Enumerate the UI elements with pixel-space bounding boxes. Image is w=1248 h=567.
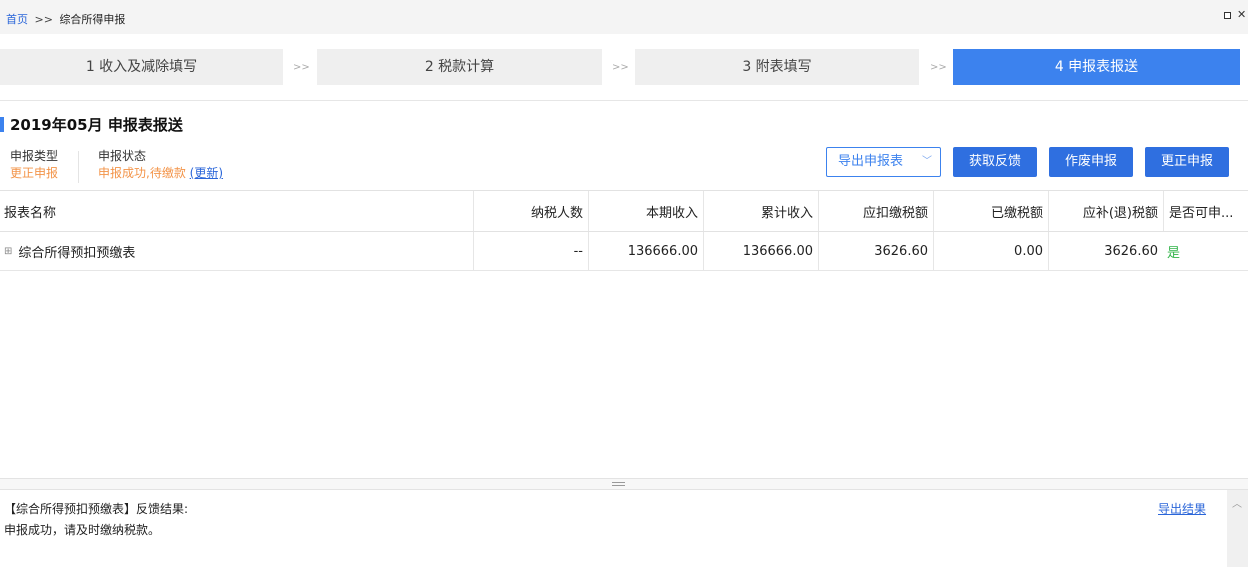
declaration-type-value: 更正申报 xyxy=(10,166,59,180)
col-tax-due[interactable]: 应补(退)税额 xyxy=(1048,191,1163,231)
breadcrumb-home-link[interactable]: 首页 xyxy=(6,13,28,26)
tax-withheld-cell: 3626.60 xyxy=(818,232,933,270)
step-submit-report[interactable]: 4 申报表报送 xyxy=(953,49,1240,85)
declaration-status-value: 申报成功,待缴款 xyxy=(98,166,186,180)
chevron-down-icon: ﹀ xyxy=(922,156,932,167)
col-taxpayers[interactable]: 纳税人数 xyxy=(473,191,588,231)
meta-divider xyxy=(78,151,79,183)
section-title: 2019年05月 申报表报送 xyxy=(10,116,183,134)
step-wizard: 1 收入及减除填写 >> 2 税款计算 >> 3 附表填写 >> 4 申报表报送 xyxy=(0,49,1248,85)
table-row[interactable]: ⊞ 综合所得预扣预缴表 -- 136666.00 136666.00 3626.… xyxy=(0,232,1248,271)
step-income-deduction[interactable]: 1 收入及减除填写 xyxy=(0,49,283,85)
step-tax-calculation[interactable]: 2 税款计算 xyxy=(317,49,602,85)
restore-window-icon[interactable] xyxy=(1224,12,1231,19)
report-name-cell: ⊞ 综合所得预扣预缴表 xyxy=(0,232,472,270)
scroll-up-icon[interactable]: ︿ xyxy=(1232,495,1242,510)
drag-handle-icon xyxy=(612,482,625,486)
col-cumulative-income[interactable]: 累计收入 xyxy=(703,191,818,231)
export-report-label: 导出申报表 xyxy=(838,154,904,169)
declaration-status-label: 申报状态 xyxy=(98,149,147,163)
panel-splitter[interactable] xyxy=(0,478,1248,490)
correct-declaration-button[interactable]: 更正申报 xyxy=(1145,147,1229,177)
breadcrumb-current: 综合所得申报 xyxy=(59,13,126,26)
feedback-heading: 【综合所得预扣预缴表】反馈结果: xyxy=(4,502,189,516)
step-separator: >> xyxy=(930,62,947,73)
taxpayers-cell: -- xyxy=(473,232,588,270)
declaration-status: 申报状态 申报成功,待缴款 (更新) xyxy=(98,148,223,182)
declaration-type: 申报类型 更正申报 xyxy=(10,148,58,182)
close-icon[interactable]: ✕ xyxy=(1237,8,1248,21)
current-income-cell: 136666.00 xyxy=(588,232,703,270)
col-current-income[interactable]: 本期收入 xyxy=(588,191,703,231)
declaration-type-label: 申报类型 xyxy=(10,149,59,163)
export-result-link[interactable]: 导出结果 xyxy=(1158,500,1206,517)
get-feedback-button[interactable]: 获取反馈 xyxy=(953,147,1037,177)
export-report-dropdown[interactable]: 导出申报表 ﹀ xyxy=(826,147,941,177)
step-separator: >> xyxy=(612,62,629,73)
col-report-name[interactable]: 报表名称 xyxy=(4,191,472,231)
step-separator: >> xyxy=(293,62,310,73)
col-tax-withheld[interactable]: 应扣缴税额 xyxy=(818,191,933,231)
breadcrumb-separator: >> xyxy=(34,13,53,26)
cumulative-income-cell: 136666.00 xyxy=(703,232,818,270)
tax-paid-cell: 0.00 xyxy=(933,232,1048,270)
section-accent-bar xyxy=(0,117,4,132)
expand-icon[interactable]: ⊞ xyxy=(4,246,12,257)
feedback-message: 申报成功，请及时缴纳税款。 xyxy=(4,523,161,537)
col-can-declare[interactable]: 是否可申... xyxy=(1163,191,1248,231)
feedback-panel: 【综合所得预扣预缴表】反馈结果: 申报成功，请及时缴纳税款。 导出结果 ︿ xyxy=(0,490,1248,567)
step-attachment[interactable]: 3 附表填写 xyxy=(635,49,919,85)
report-name: 综合所得预扣预缴表 xyxy=(18,245,136,261)
feedback-scrollbar[interactable]: ︿ xyxy=(1227,490,1248,567)
void-declaration-button[interactable]: 作废申报 xyxy=(1049,147,1133,177)
tax-due-cell: 3626.60 xyxy=(1048,232,1163,270)
refresh-status-link[interactable]: (更新) xyxy=(190,166,223,180)
top-bar: 首页 >> 综合所得申报 ✕ xyxy=(0,0,1248,34)
breadcrumb: 首页 >> 综合所得申报 xyxy=(6,11,125,27)
col-tax-paid[interactable]: 已缴税额 xyxy=(933,191,1048,231)
table-header: 报表名称 纳税人数 本期收入 累计收入 应扣缴税额 已缴税额 应补(退)税额 是… xyxy=(0,190,1248,232)
can-declare-cell: 是 xyxy=(1167,245,1181,261)
